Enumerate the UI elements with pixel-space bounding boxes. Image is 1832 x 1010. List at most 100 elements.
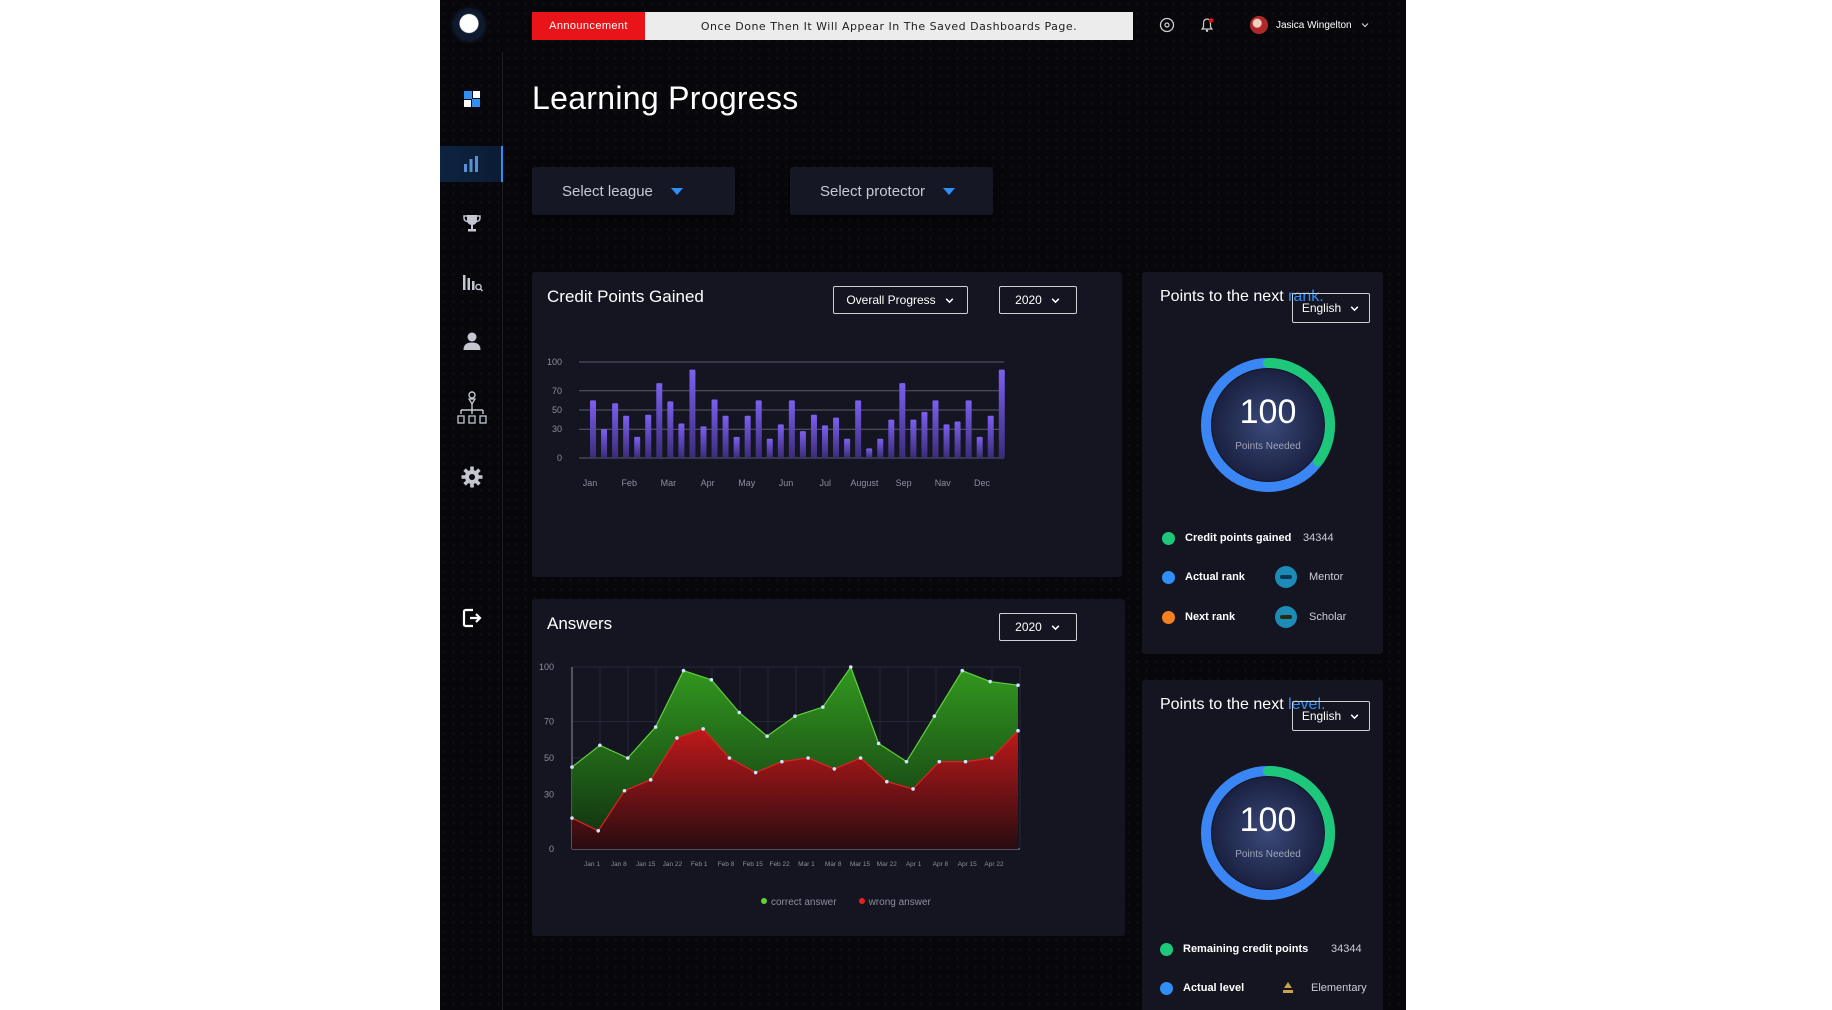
orange-dot-icon (1162, 610, 1175, 624)
data-point (1016, 683, 1020, 687)
data-point (806, 756, 810, 760)
sidebar-item-analytics[interactable] (440, 146, 503, 182)
level-language-dropdown[interactable]: English (1292, 701, 1370, 731)
rank-language-value: English (1301, 301, 1342, 315)
bar (645, 414, 652, 458)
level-progress-ring: 100 Points Needed (1192, 757, 1344, 909)
data-point (960, 668, 965, 673)
bar (833, 417, 840, 458)
mentor-badge-icon (1275, 566, 1297, 588)
next-rank-card: Points to the next rank. English 100 Poi… (1142, 272, 1383, 654)
announcement-message: Once Done Then It Will Appear In The Sav… (645, 12, 1133, 40)
data-point (596, 829, 601, 833)
row-value: Scholar (1309, 611, 1347, 623)
help-icon[interactable] (1159, 17, 1175, 33)
logout-icon (462, 608, 482, 628)
data-point (793, 714, 797, 718)
data-point (675, 736, 679, 740)
select-protector-dropdown[interactable]: Select protector (790, 167, 993, 215)
select-league-dropdown[interactable]: Select league (532, 167, 735, 215)
y-tick-label: 100 (547, 357, 562, 367)
bar (844, 438, 851, 458)
answers-legend: correct answer wrong answer (761, 897, 931, 908)
y-tick-label: 50 (544, 753, 554, 763)
data-point (622, 788, 627, 793)
x-tick-label: Apr 15 (958, 861, 978, 868)
rank-ring-value: 100 (1239, 393, 1297, 431)
y-tick-label: 50 (552, 405, 562, 415)
bar (866, 448, 873, 458)
chevron-down-icon (1361, 23, 1369, 28)
bar (987, 415, 994, 458)
sidebar (440, 52, 503, 1010)
x-tick-label: Apr (701, 478, 715, 488)
x-tick-label: Apr 1 (906, 861, 922, 868)
bar (777, 424, 784, 458)
sidebar-item-reports[interactable] (440, 264, 503, 300)
rank-language-dropdown[interactable]: English (1292, 293, 1370, 323)
avatar (1250, 16, 1268, 34)
data-point (737, 710, 742, 715)
app-logo[interactable] (454, 10, 484, 40)
row-label: Remaining credit points (1183, 943, 1309, 955)
data-point (625, 756, 630, 760)
trophy-icon (462, 215, 481, 232)
bar (722, 415, 729, 458)
bar (998, 369, 1005, 458)
blue-dot-icon (1160, 981, 1173, 995)
data-point (727, 756, 732, 760)
legend-item-correct: correct answer (761, 897, 837, 908)
data-point (570, 765, 574, 769)
y-tick-label: 0 (557, 453, 562, 463)
sidebar-item-hierarchy[interactable] (440, 386, 503, 430)
x-tick-label: Feb 1 (691, 861, 708, 868)
row-label: Credit points gained (1185, 532, 1292, 544)
user-name: Jasica Wingelton (1276, 19, 1352, 31)
announcement-bar: Announcement Once Done Then It Will Appe… (532, 12, 1133, 40)
logout-button[interactable] (440, 600, 503, 636)
x-tick-label: Mar 8 (825, 861, 842, 868)
user-menu[interactable]: Jasica Wingelton (1250, 16, 1370, 34)
bar (943, 424, 950, 458)
data-point (963, 759, 968, 764)
bar (634, 436, 641, 458)
legend-correct-label: correct answer (771, 897, 837, 908)
bar (612, 403, 619, 458)
row-label: Actual rank (1185, 571, 1245, 583)
next-rank-title-prefix: Points to the next (1160, 288, 1284, 305)
bar (689, 369, 696, 458)
x-tick-label: Mar 22 (877, 861, 898, 868)
next-level-title-prefix: Points to the next (1160, 696, 1284, 713)
bar (965, 400, 972, 458)
credit-points-card: Credit Points Gained Overall Progress 20… (532, 272, 1122, 577)
sidebar-item-dashboard[interactable] (440, 81, 503, 117)
sidebar-item-settings[interactable] (440, 459, 503, 495)
select-league-label: Select league (562, 182, 653, 200)
data-point (832, 767, 837, 771)
bar-chart-icon (463, 156, 478, 172)
data-point (1016, 728, 1020, 733)
sidebar-item-trophy[interactable] (440, 205, 503, 241)
y-tick-label: 70 (552, 386, 562, 396)
x-tick-label: Mar 1 (798, 861, 815, 868)
row-value: 34344 (1303, 532, 1334, 544)
select-protector-label: Select protector (820, 182, 926, 200)
x-tick-label: Jan (583, 478, 598, 488)
rank-ring-label: Points Needed (1235, 441, 1301, 452)
gear-icon (461, 466, 482, 488)
data-point (780, 759, 784, 764)
bar (623, 415, 630, 458)
bar (788, 400, 795, 458)
notification-bell-icon[interactable] (1199, 17, 1215, 33)
bar (822, 425, 829, 458)
level-row-actual-level: Actual level Elementary (1160, 979, 1380, 997)
x-tick-label: Dec (974, 478, 991, 488)
y-tick-label: 30 (552, 424, 562, 434)
y-tick-label: 0 (549, 844, 554, 854)
sidebar-item-profile[interactable] (440, 323, 503, 359)
x-tick-label: Feb (621, 478, 637, 488)
data-point (570, 816, 574, 820)
announcement-tag: Announcement (532, 12, 645, 40)
x-tick-label: Jan 8 (611, 861, 627, 868)
bar (954, 421, 961, 458)
